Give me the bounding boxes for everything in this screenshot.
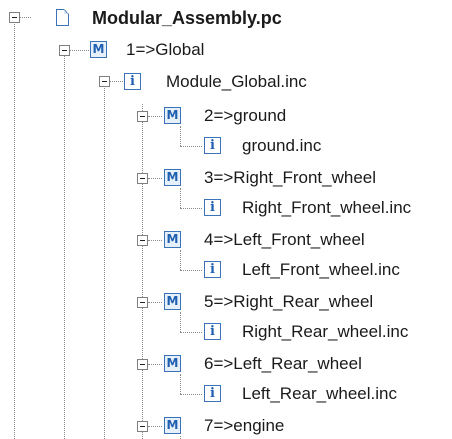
- collapse-toggle-global[interactable]: [59, 45, 70, 56]
- module-icon: M: [164, 293, 181, 310]
- tree-node-label: Right_Front_wheel.inc: [242, 198, 412, 217]
- tree-node-label: ground.inc: [242, 136, 322, 155]
- module-icon: M: [164, 107, 181, 124]
- tree-node-label: 4=>Left_Front_wheel: [204, 230, 365, 249]
- collapse-toggle-module-5[interactable]: [137, 297, 148, 308]
- model-tree-view: Modular_Assembly.pc M 1=>Global i Module…: [0, 0, 452, 439]
- collapse-toggle-module-3[interactable]: [137, 173, 148, 184]
- tree-line: [180, 126, 181, 146]
- tree-line: [180, 374, 181, 394]
- tree-line: [109, 81, 123, 82]
- tree-node-label: 3=>Right_Front_wheel: [204, 168, 377, 187]
- tree-node-label: Right_Rear_wheel.inc: [242, 322, 409, 341]
- collapse-toggle-global-include[interactable]: [99, 76, 110, 87]
- collapse-toggle-module-7[interactable]: [137, 421, 148, 432]
- module-icon: M: [164, 355, 181, 372]
- tree-line: [180, 332, 202, 333]
- tree-line: [180, 270, 202, 271]
- tree-line: [14, 24, 15, 439]
- collapse-toggle-root[interactable]: [9, 12, 20, 23]
- tree-node-label: Left_Rear_wheel.inc: [242, 384, 397, 403]
- tree-node-include[interactable]: i ground.inc: [204, 134, 424, 158]
- include-file-icon: i: [204, 199, 221, 216]
- tree-node-module[interactable]: M 2=>ground: [164, 104, 324, 128]
- tree-node-module[interactable]: M 6=>Left_Rear_wheel: [164, 352, 424, 376]
- tree-line: [180, 188, 181, 208]
- tree-node-label: Modular_Assembly.pc: [92, 8, 282, 28]
- module-icon: M: [164, 417, 181, 434]
- tree-line: [142, 104, 143, 439]
- tree-line: [148, 116, 162, 117]
- tree-line: [64, 56, 65, 439]
- tree-line: [180, 208, 202, 209]
- tree-line: [148, 364, 162, 365]
- tree-line: [19, 17, 31, 18]
- tree-node-module[interactable]: M 3=>Right_Front_wheel: [164, 166, 424, 190]
- tree-node-module[interactable]: M 5=>Right_Rear_wheel: [164, 290, 424, 314]
- collapse-toggle-module-6[interactable]: [137, 359, 148, 370]
- tree-node-label: 1=>Global: [126, 40, 205, 59]
- tree-node-module[interactable]: M 4=>Left_Front_wheel: [164, 228, 424, 252]
- module-icon: M: [164, 169, 181, 186]
- tree-line: [180, 250, 181, 270]
- file-icon: [56, 9, 69, 26]
- tree-line: [148, 426, 162, 427]
- tree-node-label: 2=>ground: [204, 106, 287, 125]
- tree-node-label: 6=>Left_Rear_wheel: [204, 354, 362, 373]
- tree-line: [180, 394, 202, 395]
- tree-node-global-include[interactable]: i Module_Global.inc: [124, 70, 374, 94]
- tree-line: [148, 240, 162, 241]
- tree-node-global-module[interactable]: M 1=>Global: [90, 38, 250, 62]
- include-file-icon: i: [204, 385, 221, 402]
- tree-line: [69, 50, 89, 51]
- tree-line: [148, 178, 162, 179]
- include-file-icon: i: [124, 73, 141, 90]
- tree-node-include[interactable]: i Left_Rear_wheel.inc: [204, 382, 450, 406]
- tree-line: [180, 312, 181, 332]
- tree-node-label: 5=>Right_Rear_wheel: [204, 292, 374, 311]
- collapse-toggle-module-2[interactable]: [137, 111, 148, 122]
- tree-node-label: 7=>engine: [204, 416, 285, 435]
- include-file-icon: i: [204, 137, 221, 154]
- tree-node-include[interactable]: i Left_Front_wheel.inc: [204, 258, 450, 282]
- tree-node-include[interactable]: i Right_Front_wheel.inc: [204, 196, 450, 220]
- tree-node-label: Left_Front_wheel.inc: [242, 260, 400, 279]
- include-file-icon: i: [204, 261, 221, 278]
- module-icon: M: [90, 41, 107, 58]
- collapse-toggle-module-4[interactable]: [137, 235, 148, 246]
- include-file-icon: i: [204, 323, 221, 340]
- tree-node-root[interactable]: Modular_Assembly.pc: [32, 6, 362, 30]
- tree-line: [180, 146, 202, 147]
- tree-line: [104, 86, 105, 439]
- module-icon: M: [164, 231, 181, 248]
- tree-node-label: Module_Global.inc: [166, 72, 307, 91]
- tree-line: [148, 302, 162, 303]
- tree-node-module[interactable]: M 7=>engine: [164, 414, 364, 438]
- tree-node-include[interactable]: i Right_Rear_wheel.inc: [204, 320, 450, 344]
